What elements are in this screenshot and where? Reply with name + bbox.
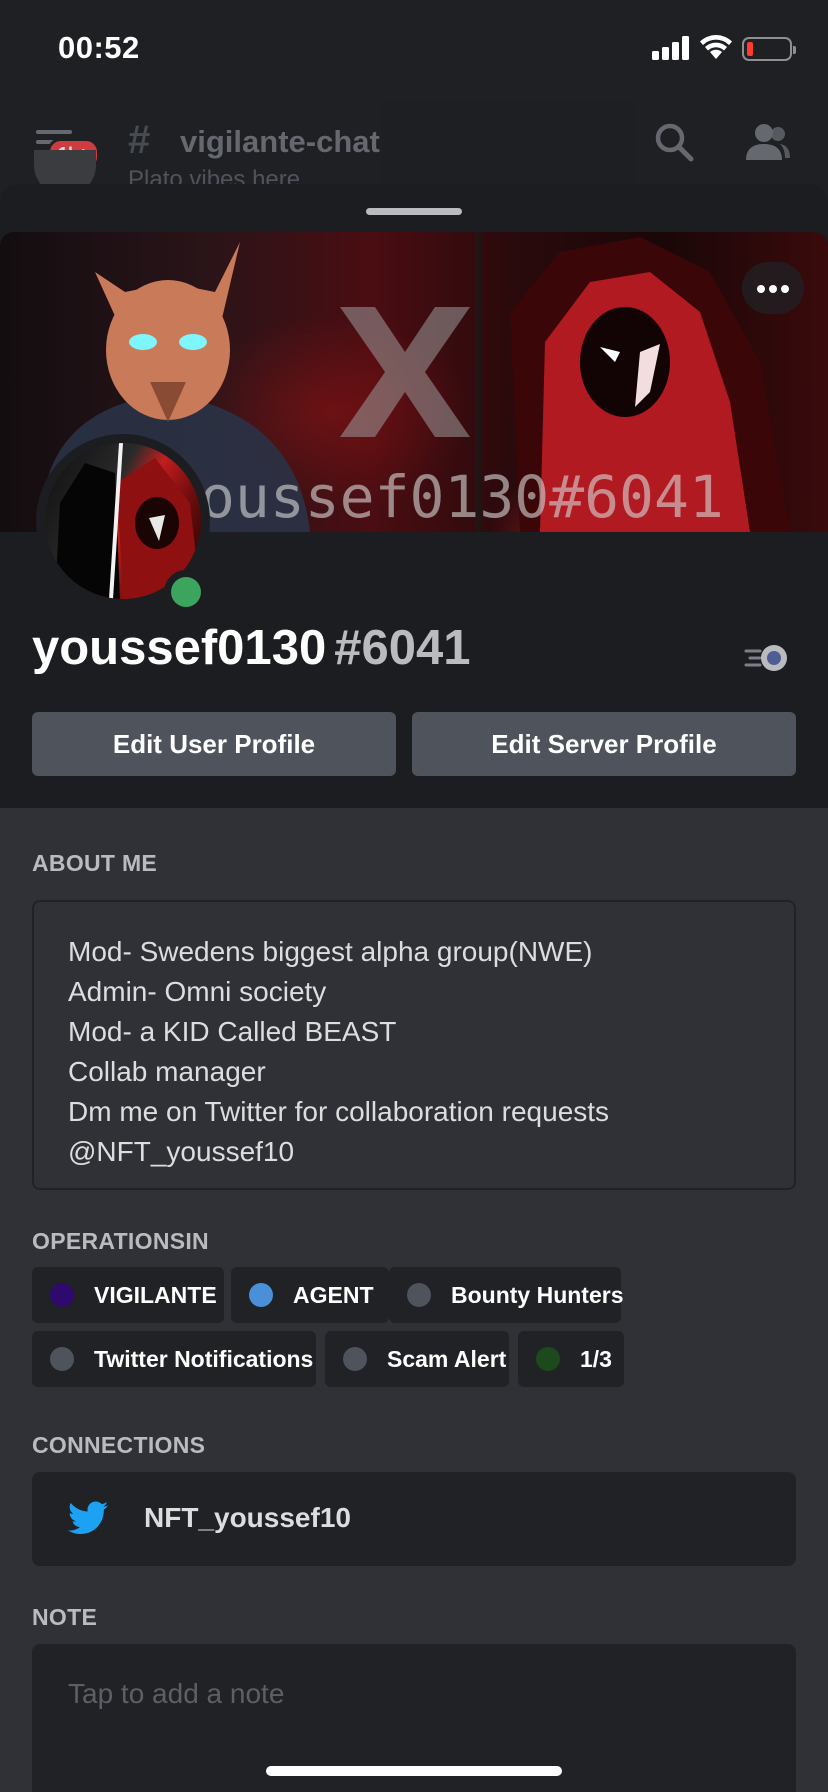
role-chip-scam-alert[interactable]: Scam Alert [325,1331,509,1387]
status-time: 00:52 [58,30,140,65]
role-color-dot [249,1283,273,1307]
role-chip-twitter-notifications[interactable]: Twitter Notifications [32,1331,316,1387]
online-status-indicator [171,577,201,607]
role-color-dot [50,1283,74,1307]
role-label: Twitter Notifications [94,1345,314,1372]
role-color-dot [343,1347,367,1371]
home-indicator[interactable] [266,1766,562,1776]
search-icon[interactable] [652,120,696,164]
twitter-icon [68,1501,108,1534]
role-label: AGENT [293,1281,374,1308]
discriminator: #6041 [334,621,471,675]
status-bar: 00:52 [0,0,828,100]
role-chip-bounty-hunters[interactable]: Bounty Hunters [389,1267,624,1323]
channel-name[interactable]: vigilante-chat [180,124,380,160]
about-line: Mod- Swedens biggest alpha group(NWE) [68,936,593,967]
role-color-dot [407,1283,431,1307]
locked-channel-hash-icon: # [128,118,151,162]
role-label: Bounty Hunters [451,1281,624,1308]
banner-caption-text: oussef0130#6041 [200,463,724,531]
connection-name: NFT_youssef10 [144,1502,351,1533]
role-label: Scam Alert [387,1345,507,1372]
profile-name: youssef0130 #6041 [32,620,470,676]
note-input[interactable] [68,1678,758,1710]
note-heading: NOTE [32,1604,98,1630]
connection-item-twitter[interactable]: NFT_youssef10 [32,1472,796,1566]
about-me-box: Mod- Swedens biggest alpha group(NWE) Ad… [32,900,796,1190]
edit-user-profile-button[interactable]: Edit User Profile [32,712,396,776]
role-color-dot [536,1347,560,1371]
battery-icon [742,37,796,61]
more-options-button[interactable] [742,262,804,314]
role-chip-vigilante[interactable]: VIGILANTE [32,1267,224,1323]
about-line: Collab manager [68,1056,266,1087]
cellular-signal-icon [652,36,692,60]
username: youssef0130 [32,621,327,675]
role-chip-1-3[interactable]: 1/3 [518,1331,624,1387]
channel-header: 1k+ # vigilante-chat [0,100,828,184]
members-icon[interactable] [742,120,792,164]
role-label: VIGILANTE [94,1281,217,1308]
roles-heading: OPERATIONSIN [32,1228,209,1254]
role-chip-agent[interactable]: AGENT [231,1267,389,1323]
connections-heading: CONNECTIONS [32,1432,206,1458]
drag-handle[interactable] [366,208,462,215]
about-line: @NFT_youssef10 [68,1136,295,1167]
wifi-icon [700,35,732,59]
role-color-dot [50,1347,74,1371]
about-me-heading: ABOUT ME [32,850,158,876]
role-label: 1/3 [580,1345,612,1372]
about-line: Admin- Omni society [68,976,327,1007]
edit-server-profile-button[interactable]: Edit Server Profile [412,712,796,776]
about-line: Mod- a KID Called BEAST [68,1016,397,1047]
about-line: Dm me on Twitter for collaboration reque… [68,1096,610,1127]
nitro-badge-icon[interactable] [744,640,790,674]
